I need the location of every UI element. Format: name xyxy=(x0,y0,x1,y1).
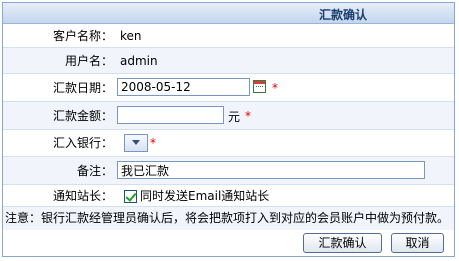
amount-label: 汇款金额： xyxy=(52,109,113,123)
row-notify: 通知站长： 同时发送Email通知站长 xyxy=(3,185,454,207)
username-value: admin xyxy=(120,54,158,68)
cancel-button[interactable]: 取消 xyxy=(391,233,444,253)
date-input[interactable] xyxy=(117,78,250,96)
confirm-button[interactable]: 汇款确认 xyxy=(303,233,382,253)
date-label: 汇款日期： xyxy=(52,81,113,95)
button-bar: 汇款确认 取消 xyxy=(3,230,454,256)
row-remark: 备注： xyxy=(3,157,454,185)
row-username: 用户名： admin xyxy=(3,48,454,74)
notify-checkbox[interactable] xyxy=(124,190,137,203)
remark-input[interactable] xyxy=(117,161,425,179)
panel-header: 汇款确认 xyxy=(3,3,454,24)
customer-name-value: ken xyxy=(120,29,142,43)
username-label: 用户名： xyxy=(64,54,113,68)
date-required-mark: * xyxy=(272,81,278,95)
row-customer-name: 客户名称： ken xyxy=(3,24,454,48)
panel-title: 汇款确认 xyxy=(319,8,368,22)
notify-checkbox-label[interactable]: 同时发送Email通知站长 xyxy=(140,185,269,207)
row-amount: 汇款金额： 元 * xyxy=(3,102,454,130)
remark-label: 备注： xyxy=(76,164,113,178)
bank-required-mark: * xyxy=(150,136,156,150)
amount-required-mark: * xyxy=(245,109,251,123)
calendar-icon[interactable] xyxy=(253,80,266,93)
row-bank: 汇入银行： * xyxy=(3,130,454,157)
bank-select[interactable] xyxy=(124,134,148,152)
notice-text: 注意：银行汇款经管理员确认后，将会把款项打入到对应的会员账户中做为预付款。 xyxy=(5,211,450,225)
remittance-confirm-panel: 汇款确认 客户名称： ken 用户名： admin 汇款日期： * 汇款金额： … xyxy=(2,2,455,257)
notify-label: 通知站长： xyxy=(52,189,113,203)
row-date: 汇款日期： * xyxy=(3,74,454,102)
chevron-down-icon xyxy=(132,140,140,145)
amount-input[interactable] xyxy=(117,106,224,124)
notice-row: 注意：银行汇款经管理员确认后，将会把款项打入到对应的会员账户中做为预付款。 xyxy=(3,207,454,230)
amount-unit: 元 xyxy=(228,110,241,124)
customer-name-label: 客户名称： xyxy=(52,29,113,43)
bank-label: 汇入银行： xyxy=(52,136,113,150)
